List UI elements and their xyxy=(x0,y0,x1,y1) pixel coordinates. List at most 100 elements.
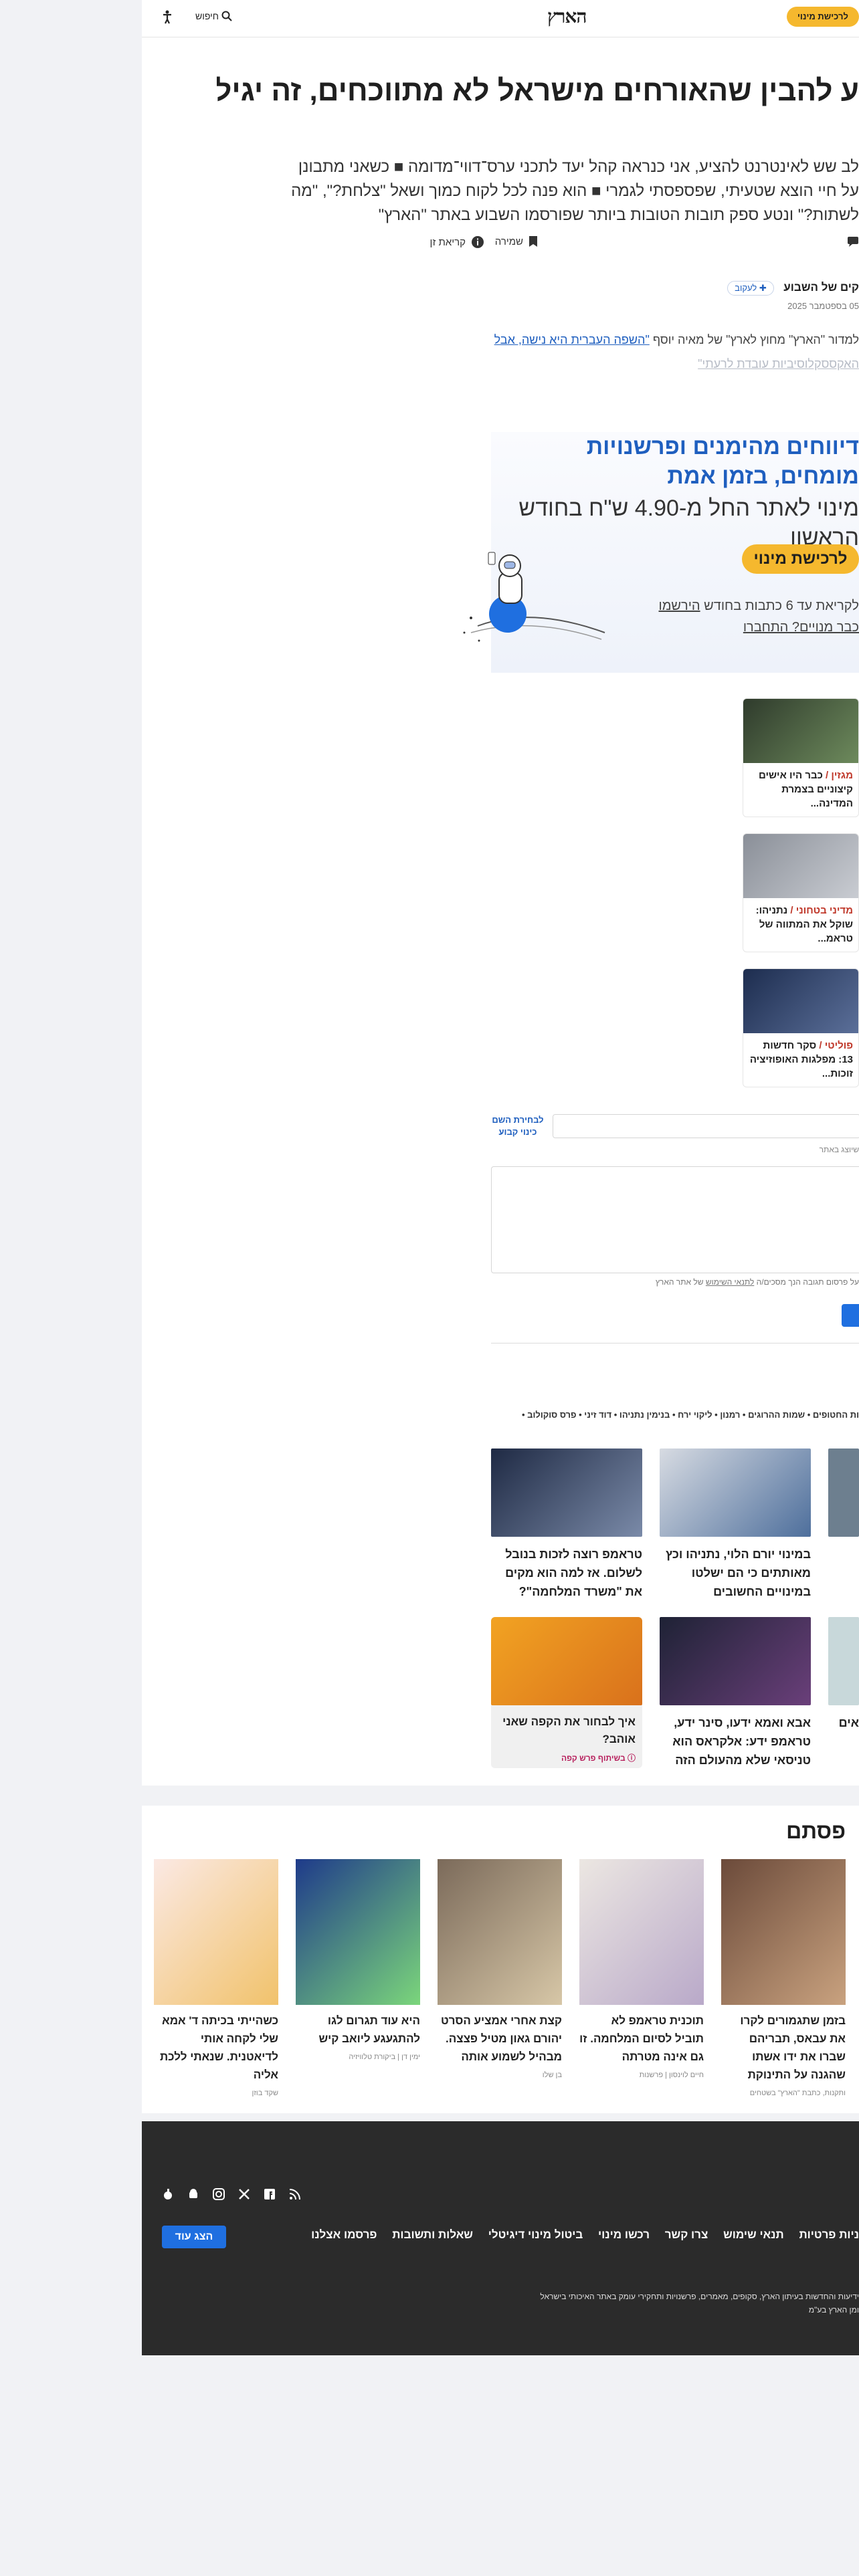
missed-title: בזמן שתגמורים לקרו את עבאס, תבריהם שברו … xyxy=(740,2014,846,2081)
android-icon[interactable] xyxy=(187,2188,199,2200)
top-header: לרכישת מינוי הארץ חיפוש xyxy=(142,0,859,37)
article-intro: למדור "הארץ" מחוץ לארץ" של מאיה יוסף "הש… xyxy=(484,328,859,376)
side-card-2[interactable]: מדיני בטחוני / נתניהו: שוקל את המתווה של… xyxy=(743,833,859,952)
related-image xyxy=(828,1448,859,1537)
missed-byline: בן שלו xyxy=(542,2071,562,2079)
related-title: טראמפ רוצה לזכות בנובל לשלום. אז למה הוא… xyxy=(505,1547,642,1598)
divider xyxy=(491,1343,859,1344)
related-image xyxy=(491,1448,642,1537)
read-later-label: קריאת זן xyxy=(430,236,466,248)
missed-image xyxy=(579,1859,704,2005)
login-link[interactable]: כבר מנויים? התחברו xyxy=(743,620,859,635)
instagram-icon[interactable] xyxy=(213,2188,225,2200)
sponsored-item[interactable]: איך לבחור את הקפה שאני אוהב? ⓘ בשיתוף פר… xyxy=(491,1617,642,1768)
nickname-button[interactable]: לבחירת השם כינוי קבוע xyxy=(491,1114,545,1138)
comment-textarea[interactable] xyxy=(491,1166,859,1273)
nickname-input[interactable] xyxy=(553,1114,859,1138)
missed-item[interactable]: תוכנית טראמפ לא תוביל לסיום המלחמה. זו ג… xyxy=(579,1859,704,2079)
subscribe-button[interactable]: לרכישת מינוי xyxy=(787,7,859,27)
rss-icon[interactable] xyxy=(289,2188,301,2200)
missed-section: פסתם בזמן שתגמורים לקרו את עבאס, תבריהם … xyxy=(142,1806,859,2113)
search-button[interactable]: חיפוש xyxy=(195,11,232,21)
footer-link[interactable]: שאלות ותשובות xyxy=(392,2228,473,2241)
follow-icon: ✚ xyxy=(757,283,767,293)
side-card-1[interactable]: מגזין / כבר היו אישים קיצוניים בצמרת המד… xyxy=(743,698,859,817)
side-card-tag: מדיני בטחוני / xyxy=(790,905,853,916)
article-title: ע להבין שהאורחים מישראל לא מתווכחים, זה … xyxy=(217,74,859,107)
promo-subscribe-button[interactable]: לרכישת מינוי xyxy=(742,544,859,574)
follow-button[interactable]: ✚ לעקוב xyxy=(727,281,774,296)
footer-legal: ידיעות והחדשות בעיתון הארץ, סקופים, מאמר… xyxy=(484,2290,859,2317)
apple-icon[interactable] xyxy=(162,2188,174,2200)
footer-tagline: ידיעות והחדשות בעיתון הארץ, סקופים, מאמר… xyxy=(540,2292,859,2301)
related-item[interactable]: במינוי יורם הלוי, נתניהו וכץ מאותתים כי … xyxy=(660,1448,811,1601)
related-item[interactable]: טראמפ רוצה לזכות בנובל לשלום. אז למה הוא… xyxy=(491,1448,642,1601)
comment-icon xyxy=(848,237,858,247)
missed-image xyxy=(154,1859,278,2005)
article-lede: לב שש לאינטרנט להציע, אני כנראה קהל יעד … xyxy=(291,158,859,224)
footer-link[interactable]: רכשו מינוי xyxy=(598,2228,650,2241)
author-name[interactable]: קים של השבוע xyxy=(783,281,859,294)
footer-link[interactable]: תנאי שימוש xyxy=(723,2228,784,2241)
save-label: שמירה xyxy=(494,235,523,247)
related-title: במינוי יורם הלוי, נתניהו וכץ מאותתים כי … xyxy=(665,1547,811,1598)
related-item[interactable] xyxy=(828,1448,859,1537)
related-title: אים xyxy=(838,1716,859,1729)
subscription-promo: דיווחים מהימנים ופרשנויות מומחים, בזמן א… xyxy=(463,432,859,673)
missed-item[interactable]: בזמן שתגמורים לקרו את עבאס, תבריהם שברו … xyxy=(721,1859,846,2097)
side-card-image xyxy=(743,834,858,898)
show-more-button[interactable]: הצג עוד xyxy=(162,2226,226,2248)
missed-byline: שקד בוזן xyxy=(252,2089,278,2097)
related-image xyxy=(660,1448,811,1537)
footer-link[interactable]: צרו קשר xyxy=(665,2228,708,2241)
missed-image xyxy=(296,1859,420,2005)
side-card-3[interactable]: פוליטי / סקר חדשות 13: מפלגות האופוזיציה… xyxy=(743,968,859,1087)
related-item[interactable]: אבא ואמא ידעו, סינר ידע, טראמפ ידע: אלקר… xyxy=(660,1617,811,1769)
side-card-tag: מגזין / xyxy=(826,770,853,781)
side-card-image xyxy=(743,699,858,763)
footer-link[interactable]: ביטול מינוי דיגיטלי xyxy=(488,2228,583,2241)
search-icon xyxy=(221,11,232,21)
sponsor-text: בשיתוף פרש קפה xyxy=(561,1753,626,1763)
haaretz-logo[interactable]: הארץ xyxy=(547,7,587,28)
info-icon: ⓘ xyxy=(625,1753,636,1763)
promo-note-text: לקריאת עד 6 כתבות בחודש xyxy=(704,599,859,613)
footer-nav: ניות פרטיות תנאי שימוש צרו קשר רכשו מינו… xyxy=(299,2228,859,2242)
missed-item[interactable]: כשהייתי בכיתה ד' אמא שלי לקחה אותי לדיאט… xyxy=(154,1859,278,2097)
side-card-tag: פוליטי / xyxy=(819,1040,853,1051)
x-icon[interactable] xyxy=(238,2188,250,2200)
sponsor-label: ⓘ בשיתוף פרש קפה xyxy=(491,1748,642,1767)
missed-title: קצת אחרי אמציע הסרט יהורם גאון מטיל פצצה… xyxy=(440,2014,562,2063)
intro-faded[interactable]: האקססקלוסיביות עובדת לרעתי" xyxy=(698,357,859,370)
footer-link[interactable]: פרסמו אצלנו xyxy=(311,2228,377,2241)
send-comment-button[interactable] xyxy=(842,1304,859,1327)
missed-title: תוכנית טראמפ לא תוביל לסיום המלחמה. זו ג… xyxy=(579,2014,704,2063)
terms-suffix: של אתר הארץ xyxy=(655,1277,704,1287)
astronaut-illustration-icon xyxy=(463,552,605,642)
site-footer: ניות פרטיות תנאי שימוש צרו קשר רכשו מינו… xyxy=(142,2121,859,2355)
intro-text: למדור "הארץ" מחוץ לארץ" של מאיה יוסף xyxy=(652,333,859,346)
promo-note: לקריאת עד 6 כתבות בחודש הירשמו כבר מנויי… xyxy=(645,595,859,638)
comments-button[interactable] xyxy=(847,235,859,247)
related-item[interactable]: אים xyxy=(828,1617,859,1732)
missed-title: כשהייתי בכיתה ד' אמא שלי לקחה אותי לדיאט… xyxy=(159,2014,278,2081)
terms-link[interactable]: לתנאי השימוש xyxy=(706,1277,754,1287)
facebook-icon[interactable] xyxy=(264,2188,276,2200)
missed-image xyxy=(721,1859,846,2005)
intro-link[interactable]: "השפה העברית היא נישה, אבל xyxy=(494,333,650,346)
article-actions: שמירה קריאת זן xyxy=(403,235,859,255)
section-title: פסתם xyxy=(786,1819,846,1843)
register-link[interactable]: הירשמו xyxy=(659,599,700,613)
promo-headline: דיווחים מהימנים ופרשנויות מומחים, בזמן א… xyxy=(586,434,859,489)
missed-title: היא עוד תגרום לגו להתגעגע ליואב קיש xyxy=(318,2014,420,2045)
article-page: לרכישת מינוי הארץ חיפוש ע להבין שהאורחים… xyxy=(142,0,859,1786)
missed-item[interactable]: קצת אחרי אמציע הסרט יהורם גאון מטיל פצצה… xyxy=(438,1859,562,2079)
missed-item[interactable]: היא עוד תגרום לגו להתגעגע ליואב קיש ימין… xyxy=(296,1859,420,2061)
missed-byline: ותקנות, כתבת "הארץ" בשטחים xyxy=(749,2089,846,2097)
footer-link[interactable]: ניות פרטיות xyxy=(799,2228,859,2241)
search-label: חיפוש xyxy=(195,11,219,21)
accessibility-button[interactable] xyxy=(161,9,174,27)
social-links xyxy=(162,2188,301,2200)
save-button[interactable]: שמירה xyxy=(495,235,538,247)
read-later-button[interactable]: קריאת זן xyxy=(430,235,484,249)
